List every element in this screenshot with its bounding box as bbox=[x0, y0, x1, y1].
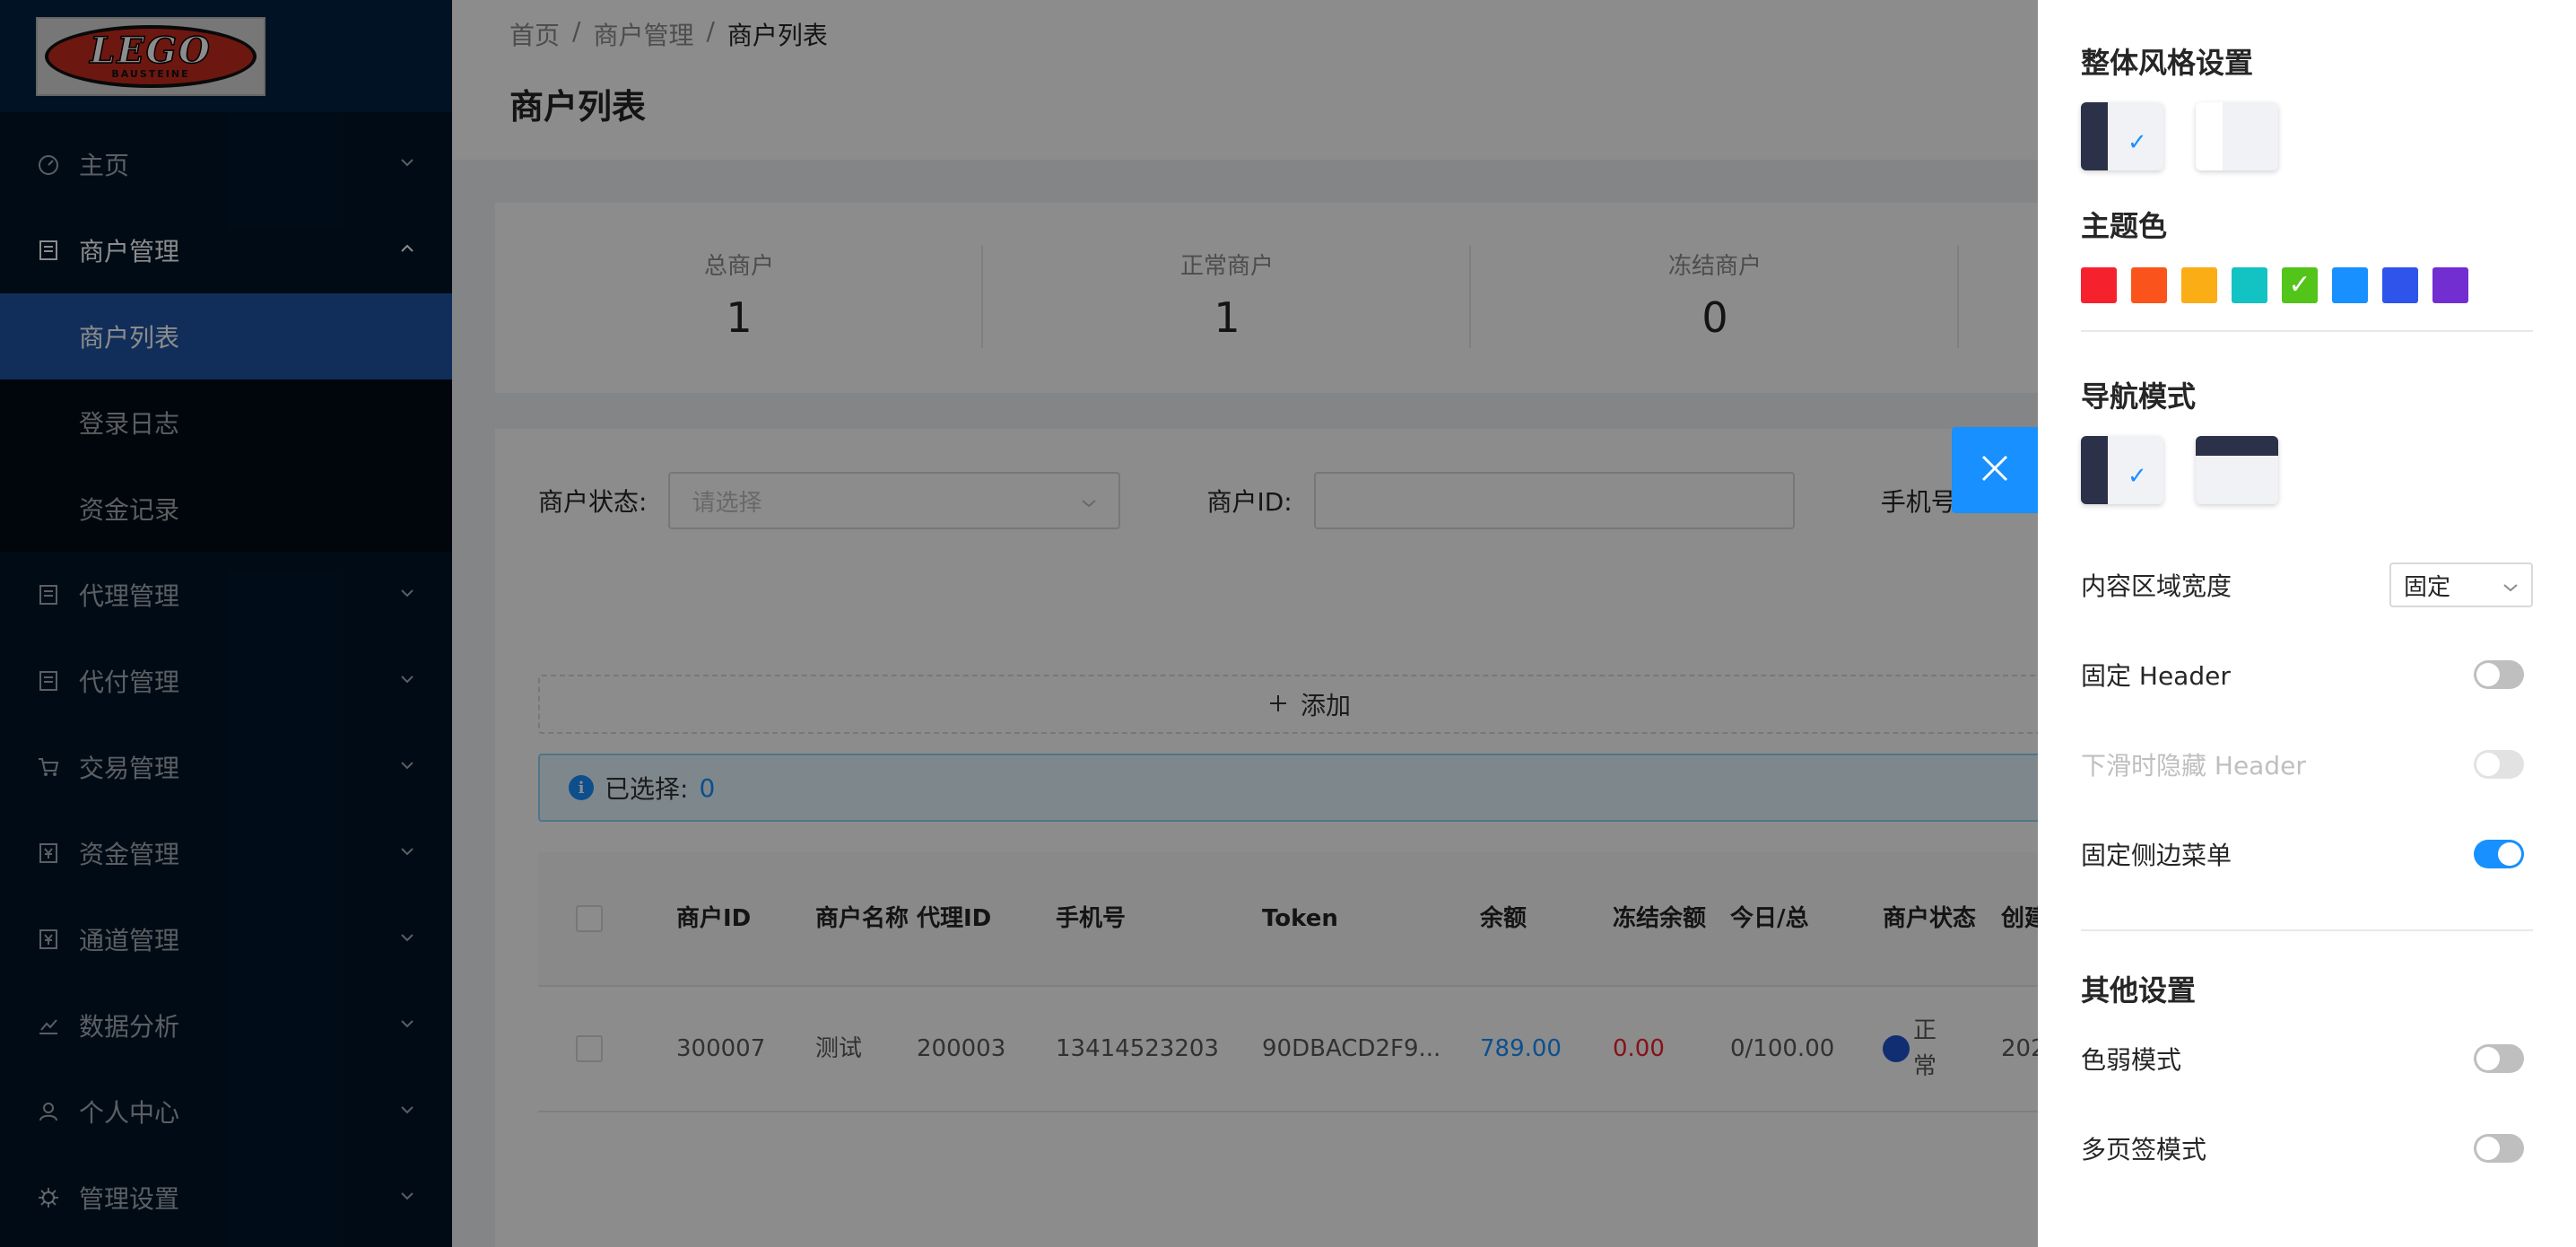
style-settings-title: 整体风格设置 bbox=[2081, 46, 2254, 80]
nav-mode-title: 导航模式 bbox=[2081, 379, 2197, 414]
theme-color-swatch[interactable] bbox=[2232, 267, 2267, 303]
style-preview-sidebar bbox=[2081, 102, 2108, 170]
drawer-close-button[interactable] bbox=[1952, 427, 2038, 513]
fixed-header-toggle[interactable] bbox=[2474, 660, 2524, 689]
nav-mode-options: ✓ bbox=[2081, 436, 2533, 504]
theme-color-swatch[interactable] bbox=[2382, 267, 2418, 303]
close-icon bbox=[1980, 453, 2010, 487]
style-preview-sidebar bbox=[2196, 102, 2223, 170]
divider bbox=[2081, 929, 2533, 931]
weak-mode-toggle[interactable] bbox=[2474, 1044, 2524, 1073]
nav-side-option[interactable]: ✓ bbox=[2081, 436, 2163, 504]
check-icon: ✓ bbox=[2128, 129, 2147, 156]
toggle-knob bbox=[2476, 1047, 2500, 1070]
check-icon: ✓ bbox=[2128, 463, 2147, 490]
theme-color-swatches: ✓ bbox=[2081, 267, 2533, 303]
theme-color-swatch[interactable] bbox=[2131, 267, 2167, 303]
nav-preview-topbar bbox=[2196, 436, 2278, 456]
content-width-select[interactable]: 固定 bbox=[2389, 562, 2533, 607]
nav-preview-sidebar bbox=[2081, 436, 2108, 504]
fixed-header-label: 固定 Header bbox=[2081, 661, 2231, 691]
fixed-sidebar-label: 固定侧边菜单 bbox=[2081, 841, 2232, 870]
style-options: ✓ bbox=[2081, 102, 2533, 170]
theme-color-swatch[interactable] bbox=[2332, 267, 2368, 303]
theme-color-swatch[interactable] bbox=[2081, 267, 2117, 303]
content-width-label: 内容区域宽度 bbox=[2081, 571, 2232, 601]
weak-mode-row: 色弱模式 bbox=[2081, 1014, 2533, 1103]
check-icon: ✓ bbox=[2288, 269, 2311, 301]
theme-color-swatch[interactable] bbox=[2181, 267, 2217, 303]
hide-header-row: 下滑时隐藏 Header bbox=[2081, 719, 2533, 809]
other-settings-title: 其他设置 bbox=[2081, 973, 2197, 1007]
style-dark-option[interactable]: ✓ bbox=[2081, 102, 2163, 170]
theme-color-swatch[interactable]: ✓ bbox=[2282, 267, 2318, 303]
theme-color-title: 主题色 bbox=[2081, 209, 2168, 243]
fixed-header-row: 固定 Header bbox=[2081, 630, 2533, 719]
multi-tab-toggle[interactable] bbox=[2474, 1134, 2524, 1163]
toggle-knob bbox=[2498, 842, 2521, 866]
settings-drawer: 整体风格设置 ✓ 主题色 ✓ 导航模式 ✓ 内容区域宽度 固定 固定 Heade… bbox=[2038, 0, 2576, 1247]
style-light-option[interactable] bbox=[2196, 102, 2278, 170]
hide-header-toggle[interactable] bbox=[2474, 750, 2524, 779]
chevron-down-icon bbox=[2502, 571, 2519, 598]
toggle-knob bbox=[2476, 1137, 2500, 1160]
multi-tab-row: 多页签模式 bbox=[2081, 1103, 2533, 1193]
multi-tab-label: 多页签模式 bbox=[2081, 1135, 2207, 1164]
toggle-knob bbox=[2476, 753, 2500, 776]
fixed-sidebar-toggle[interactable] bbox=[2474, 840, 2524, 868]
content-width-value: 固定 bbox=[2404, 573, 2451, 601]
divider bbox=[2081, 330, 2533, 332]
toggle-knob bbox=[2476, 663, 2500, 686]
nav-top-option[interactable] bbox=[2196, 436, 2278, 504]
hide-header-label: 下滑时隐藏 Header bbox=[2081, 751, 2306, 780]
theme-color-swatch[interactable] bbox=[2432, 267, 2468, 303]
content-width-row: 内容区域宽度 固定 bbox=[2081, 540, 2533, 630]
weak-mode-label: 色弱模式 bbox=[2081, 1045, 2182, 1075]
fixed-sidebar-row: 固定侧边菜单 bbox=[2081, 809, 2533, 899]
